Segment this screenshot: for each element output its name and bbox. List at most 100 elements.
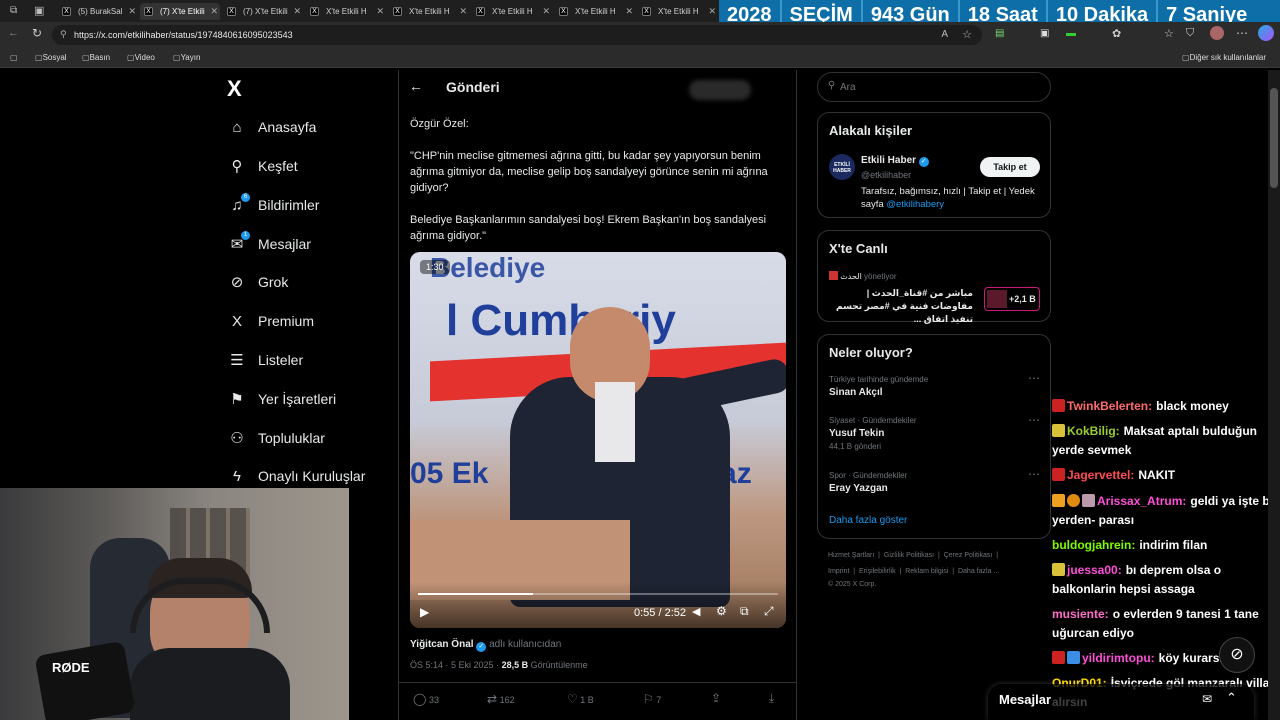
profile-avatar[interactable] — [1210, 26, 1224, 40]
picture-in-picture-icon[interactable]: ⧉ — [740, 604, 749, 619]
trend-item[interactable]: Siyaset · Gündemdekiler Yusuf Tekin 44,1 B… — [829, 416, 917, 451]
close-tab-icon[interactable]: ✕ — [708, 6, 716, 17]
nav-item-premium[interactable]: X Premium — [228, 306, 314, 336]
footer-link[interactable]: Hizmet Şartları — [828, 552, 874, 559]
play-icon[interactable]: ▶ — [420, 605, 429, 619]
nav-item-home[interactable]: ⌂ Anasayfa — [228, 112, 316, 142]
fullscreen-icon[interactable]: ⤢ — [764, 604, 774, 619]
nav-item-grok[interactable]: ⊘ Grok — [228, 267, 289, 297]
close-tab-icon[interactable]: ✕ — [625, 6, 633, 17]
browser-tab[interactable]: X X'te Etkili H ✕ — [638, 3, 718, 20]
live-host[interactable]: الحدث yönetiyor — [829, 271, 897, 281]
browser-tab[interactable]: X (7) X'te Etkili ✕ — [223, 3, 303, 20]
footer-link[interactable]: Çerez Politikası — [944, 552, 993, 559]
share-icon[interactable]: ⇪ — [711, 691, 721, 705]
more-options-icon[interactable]: ⋯ — [1028, 467, 1040, 481]
bookmark-folder[interactable]: Video — [127, 53, 155, 62]
more-options-icon[interactable]: ⋯ — [1236, 26, 1248, 40]
person-name: Etkili Haber — [861, 155, 917, 166]
site-info-icon[interactable]: ⚲ — [60, 29, 67, 40]
nav-item-bookmarks[interactable]: ⚑ Yer İşaretleri — [228, 384, 336, 414]
nav-item-messages[interactable]: ✉ 1 Mesajlar — [228, 229, 311, 259]
expand-up-icon[interactable]: ⌃ — [1226, 690, 1237, 706]
settings-gear-icon[interactable]: ⚙ — [716, 604, 727, 618]
grok-floating-icon[interactable]: ⊘ — [1219, 637, 1255, 673]
new-message-icon[interactable]: ✉ — [1202, 692, 1212, 706]
nav-label: Mesajlar — [258, 236, 311, 252]
back-arrow-icon[interactable]: ← — [8, 27, 19, 39]
nav-item-communities[interactable]: ⚇ Topluluklar — [228, 423, 325, 453]
messages-drawer[interactable]: Mesajlar ✉ ⌃ — [988, 684, 1254, 720]
extension-icon[interactable]: ▣ — [1040, 28, 1049, 39]
post-author[interactable]: Yiğitcan Önal ✓ adlı kullanıcıdan — [410, 639, 561, 652]
reply-button[interactable]: ◯ 33 — [413, 692, 439, 706]
bookmark-folder[interactable]: Sosyal — [35, 53, 67, 62]
live-listeners[interactable]: +2,1 B — [984, 287, 1040, 311]
x-logo-icon[interactable]: X — [227, 76, 242, 102]
search-input[interactable]: ⚲ Ara — [817, 72, 1051, 102]
browser-tab[interactable]: X X'te Etkili H ✕ — [472, 3, 552, 20]
bookmark-folder[interactable]: Basın — [82, 53, 110, 62]
author-name[interactable]: Yiğitcan Önal — [410, 639, 474, 650]
blurred-button[interactable] — [689, 80, 751, 100]
etkili-haber-avatar[interactable]: ETKİLİ HABER — [829, 154, 855, 180]
close-tab-icon[interactable]: ✕ — [210, 6, 218, 17]
browser-tab[interactable]: X X'te Etkili H ✕ — [389, 3, 469, 20]
favorite-star-icon[interactable]: ☆ — [962, 28, 972, 41]
bookmark-button[interactable]: ⚐ 7 — [643, 692, 661, 706]
footer-link[interactable]: Imprint — [828, 568, 849, 575]
footer-link[interactable]: Erişilebilirlik — [859, 568, 896, 575]
close-tab-icon[interactable]: ✕ — [128, 6, 136, 17]
repost-button[interactable]: ⇄ 162 — [487, 692, 515, 706]
bio-link[interactable]: @etkilihabery — [886, 199, 944, 210]
chat-message: Arissax_Atrum: geldi ya işte bi yerden- p… — [1052, 492, 1280, 530]
video-player[interactable]: Belediye l Cumhuriy 05 Ek 5 Paz 1:30 ▶ 0… — [410, 252, 786, 628]
translate-icon[interactable]: A — [941, 29, 948, 40]
video-progress-track[interactable] — [418, 593, 778, 595]
nav-item-lists[interactable]: ☰ Listeler — [228, 345, 303, 375]
browser-tab[interactable]: X X'te Etkili H ✕ — [306, 3, 386, 20]
related-person-name[interactable]: Etkili Haber ✓ — [861, 155, 929, 167]
banner-text-bottom-left: 05 Ek — [410, 457, 489, 490]
extension-icon[interactable]: ▤ — [995, 28, 1004, 39]
download-icon[interactable]: ⤓ — [769, 691, 774, 706]
browser-tab[interactable]: X X'te Etkili H ✕ — [555, 3, 635, 20]
post-timestamp[interactable]: ÖS 5:14 · 5 Eki 2025 — [410, 660, 494, 670]
volume-icon[interactable]: ◀ — [692, 605, 700, 618]
close-tab-icon[interactable]: ✕ — [293, 6, 301, 17]
follow-button[interactable]: Takip et — [980, 157, 1040, 177]
more-options-icon[interactable]: ⋯ — [1028, 371, 1040, 385]
close-tab-icon[interactable]: ✕ — [459, 6, 467, 17]
bookmarks-menu-icon[interactable] — [10, 53, 18, 62]
live-text[interactable]: مباشر من #قناة_الحدث | مفاوضات فنية في #… — [829, 287, 973, 326]
close-tab-icon[interactable]: ✕ — [542, 6, 550, 17]
extension-icon[interactable]: ▬ — [1066, 28, 1076, 39]
browser-essentials-icon[interactable]: ⛉ — [1186, 27, 1194, 40]
reload-icon[interactable]: ↻ — [32, 26, 42, 40]
trend-item[interactable]: Türkiye tarihinde gündemde Sinan Akçıl — [829, 375, 928, 398]
nav-item-verified-orgs[interactable]: ϟ Onaylı Kuruluşlar — [228, 461, 365, 491]
trend-item[interactable]: Spor · Gündemdekiler Eray Yazgan — [829, 471, 907, 494]
close-tab-icon[interactable]: ✕ — [376, 6, 384, 17]
more-options-icon[interactable]: ⋯ — [1028, 413, 1040, 427]
back-arrow-icon[interactable]: ← — [409, 78, 423, 94]
url-field[interactable]: ⚲ https://x.com/etkilihaber/status/19748… — [52, 25, 982, 45]
nav-item-notifications[interactable]: ♫ 6 Bildirimler — [228, 190, 319, 220]
heart-icon: ♡ — [567, 692, 578, 706]
copilot-icon[interactable] — [1258, 25, 1274, 41]
other-bookmarks[interactable]: Diğer sık kullanılanlar — [1182, 53, 1266, 62]
show-more-link[interactable]: Daha fazla göster — [829, 515, 907, 526]
bookmark-folder[interactable]: Yayın — [173, 53, 201, 62]
favorites-icon[interactable]: ☆ — [1164, 27, 1174, 40]
browser-tab[interactable]: X (5) BurakSal ✕ — [58, 3, 138, 20]
footer-link[interactable]: Reklam bilgisi — [905, 568, 948, 575]
browser-tab-active[interactable]: X (7) X'te Etkili ✕ — [140, 3, 220, 20]
footer-link[interactable]: Gizlilik Politikası — [884, 552, 934, 559]
footer-link[interactable]: Daha fazla ... — [958, 568, 999, 575]
nav-item-explore[interactable]: ⚲ Keşfet — [228, 151, 298, 181]
like-button[interactable]: ♡ 1 B — [567, 692, 594, 706]
extensions-puzzle-icon[interactable]: ✿ — [1112, 27, 1121, 40]
scrollbar-thumb[interactable] — [1270, 88, 1278, 188]
tab-actions-icon[interactable]: ▣ — [34, 4, 44, 17]
workspaces-icon[interactable]: ⧉ — [10, 5, 17, 16]
